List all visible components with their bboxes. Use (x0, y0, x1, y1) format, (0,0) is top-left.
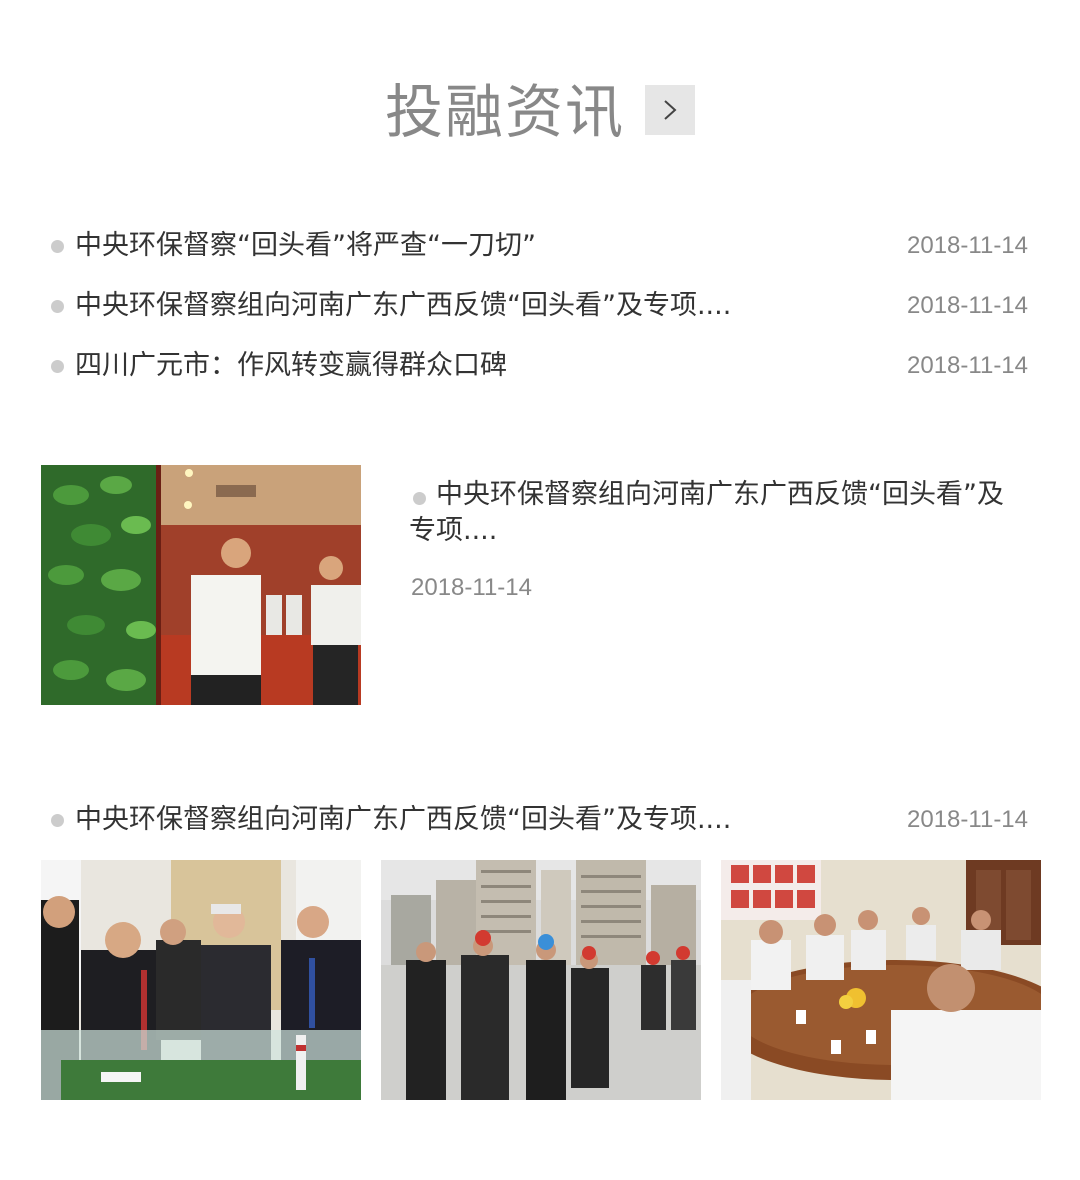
news-date: 2018-11-14 (907, 232, 1028, 259)
bullet-icon (51, 300, 64, 313)
bullet-icon (51, 360, 64, 373)
featured-date: 2018-11-14 (411, 574, 532, 601)
gallery-date: 2018-11-14 (907, 806, 1028, 833)
photo-gallery (41, 860, 1041, 1100)
bullet-icon (51, 240, 64, 253)
section-title: 投融资讯 (385, 78, 626, 146)
bullet-icon (51, 814, 64, 827)
gallery-title[interactable]: 中央环保督察组向河南广东广西反馈“回头看”及专项.... (75, 800, 731, 840)
gallery-photo-site-inspection[interactable] (381, 860, 701, 1100)
news-date: 2018-11-14 (907, 292, 1028, 319)
gallery-photo-model-viewing[interactable] (41, 860, 361, 1100)
section-header: 投融资讯 (0, 72, 1080, 152)
gallery-article-header[interactable]: 中央环保督察组向河南广东广西反馈“回头看”及专项.... 2018-11-14 (0, 790, 1080, 850)
gallery-photo-meeting[interactable] (721, 860, 1041, 1100)
news-item[interactable]: 中央环保督察组向河南广东广西反馈“回头看”及专项.... 2018-11-14 (0, 276, 1080, 336)
news-item[interactable]: 四川广元市：作风转变赢得群众口碑 2018-11-14 (0, 336, 1080, 396)
featured-article[interactable]: 中央环保督察组向河南广东广西反馈“回头看”及专项.... 2018-11-14 (41, 465, 1041, 705)
news-title[interactable]: 中央环保督察组向河南广东广西反馈“回头看”及专项.... (75, 286, 731, 326)
more-button[interactable] (645, 85, 695, 135)
news-date: 2018-11-14 (907, 352, 1028, 379)
featured-photo[interactable] (41, 465, 361, 705)
news-item[interactable]: 中央环保督察“回头看”将严查“一刀切” 2018-11-14 (0, 216, 1080, 276)
chevron-right-icon (664, 100, 677, 120)
news-title[interactable]: 中央环保督察“回头看”将严查“一刀切” (75, 226, 536, 266)
news-title[interactable]: 四川广元市：作风转变赢得群众口碑 (75, 346, 507, 386)
featured-title[interactable]: 中央环保督察组向河南广东广西反馈“回头看”及专项.... (409, 477, 1019, 549)
